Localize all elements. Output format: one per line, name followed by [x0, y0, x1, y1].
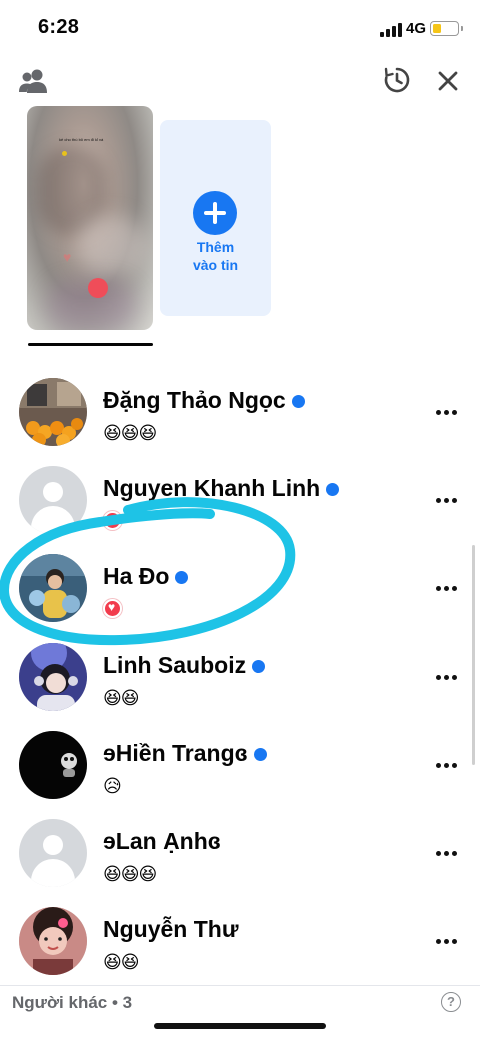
viewer-name[interactable]: Nguyễn Thư — [103, 916, 238, 943]
viewer-name[interactable]: Linh Sauboiz — [103, 652, 246, 679]
avatar[interactable] — [19, 554, 87, 622]
story-caption: kẻ cho thú bỏ em đi kỉ vá — [59, 137, 104, 142]
default-avatar-icon[interactable] — [19, 819, 87, 887]
scrollbar[interactable] — [472, 545, 475, 765]
viewer-row[interactable]: ɘLan Ạnhɞ 😆😆😆 — [0, 819, 480, 907]
story-sticker — [62, 151, 67, 156]
story-thumbnail[interactable]: kẻ cho thú bỏ em đi kỉ vá ♥ — [27, 106, 153, 330]
avatar[interactable] — [19, 907, 87, 975]
avatar[interactable] — [19, 378, 87, 446]
battery-icon — [430, 21, 463, 36]
heart-icon: ♥ — [63, 249, 72, 265]
default-avatar-icon[interactable] — [19, 466, 87, 534]
haha-reaction-icon: 😆😆😆 — [103, 423, 157, 443]
status-time: 6:28 — [38, 16, 80, 38]
viewer-row[interactable]: ɘHiền Trangɞ 😥 — [0, 731, 480, 819]
haha-reaction-icon: 😆😆😆 — [103, 864, 157, 884]
love-reaction-icon — [103, 599, 122, 618]
more-options-button[interactable] — [436, 673, 458, 681]
selected-story-indicator — [28, 343, 153, 346]
status-bar: 6:28 4G — [0, 0, 480, 58]
friends-icon[interactable] — [18, 68, 48, 94]
more-options-button[interactable] — [436, 496, 458, 504]
online-indicator — [252, 659, 266, 673]
plus-icon — [193, 191, 237, 235]
sad-reaction-icon: 😥 — [103, 776, 122, 796]
viewer-name[interactable]: Đặng Thảo Ngọc — [103, 387, 286, 414]
haha-reaction-icon: 😆😆 — [103, 688, 140, 708]
online-indicator — [253, 747, 267, 761]
haha-reaction-icon: 😆😆 — [103, 952, 140, 972]
avatar[interactable] — [19, 731, 87, 799]
home-indicator — [154, 1023, 326, 1029]
online-indicator — [291, 394, 305, 408]
more-options-button[interactable] — [436, 408, 458, 416]
viewer-row[interactable]: Ha Đo — [0, 554, 480, 642]
more-options-button[interactable] — [436, 849, 458, 857]
online-indicator — [326, 482, 340, 496]
add-to-story-button[interactable]: Thêm vào tin — [160, 120, 271, 316]
other-viewers-label[interactable]: Người khác • 3 — [12, 993, 132, 1013]
add-to-story-label: Thêm vào tin — [192, 239, 239, 273]
close-icon[interactable] — [437, 70, 459, 92]
love-reaction-icon — [103, 511, 122, 530]
network-type: 4G — [406, 20, 427, 37]
more-options-button[interactable] — [436, 761, 458, 769]
record-dot — [88, 278, 108, 298]
more-options-button[interactable] — [436, 584, 458, 592]
history-icon[interactable] — [383, 66, 411, 94]
viewer-name[interactable]: Nguyen Khanh Linh — [103, 475, 320, 502]
cell-signal-icon — [380, 23, 402, 37]
more-options-button[interactable] — [436, 937, 458, 945]
viewer-row[interactable]: Linh Sauboiz 😆😆 — [0, 643, 480, 731]
viewer-name[interactable]: Ha Đo — [103, 563, 169, 590]
viewer-row[interactable]: Đặng Thảo Ngọc 😆😆😆 — [0, 378, 480, 466]
viewer-row[interactable]: Nguyen Khanh Linh — [0, 466, 480, 554]
viewer-name[interactable]: ɘHiền Trangɞ — [103, 740, 248, 767]
help-icon[interactable]: ? — [441, 992, 461, 1012]
viewer-name[interactable]: ɘLan Ạnhɞ — [103, 828, 221, 855]
footer: Người khác • 3 ? — [0, 985, 480, 1039]
avatar[interactable] — [19, 643, 87, 711]
viewer-row[interactable]: Nguyễn Thư 😆😆 — [0, 907, 480, 995]
online-indicator — [175, 570, 189, 584]
